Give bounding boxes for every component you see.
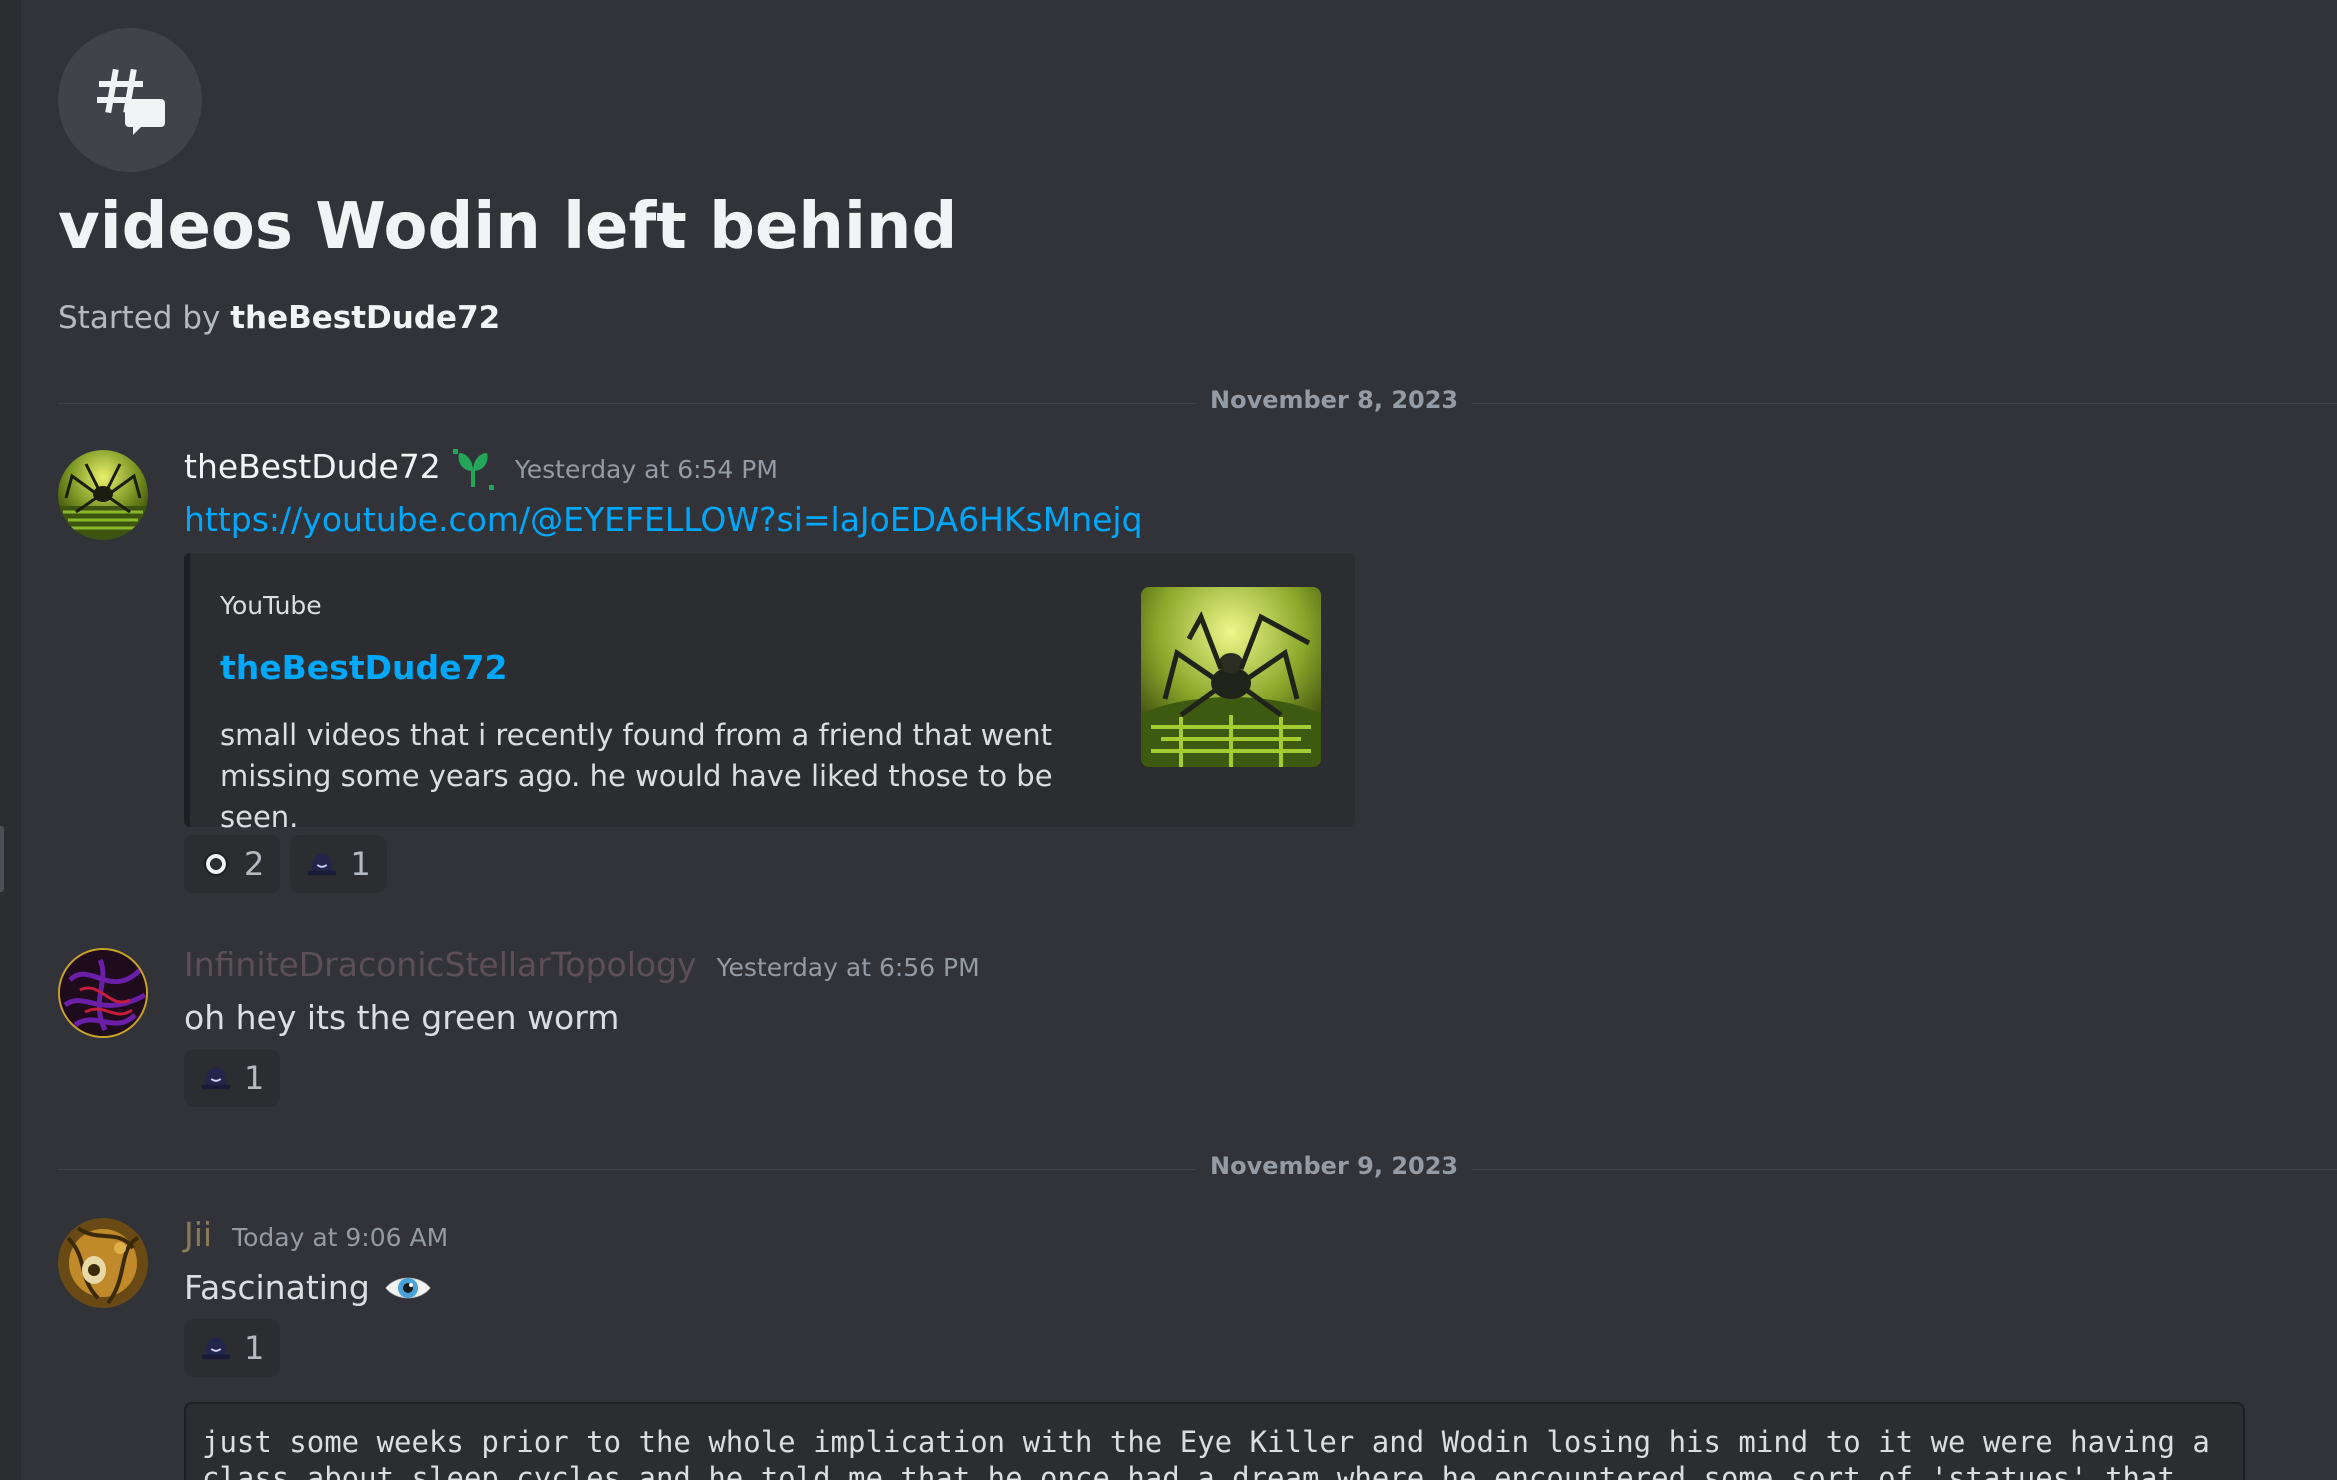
reaction-ring[interactable]: 2 bbox=[184, 835, 281, 893]
reaction-hat[interactable]: 1 bbox=[184, 1049, 281, 1107]
hat-emoji-icon bbox=[200, 1332, 232, 1364]
date-divider: November 8, 2023 bbox=[58, 386, 2337, 420]
reaction-hat[interactable]: 1 bbox=[184, 1319, 281, 1377]
message-header: InfiniteDraconicStellarTopology Yesterda… bbox=[184, 945, 980, 984]
reaction-count: 1 bbox=[350, 845, 371, 883]
avatar[interactable] bbox=[58, 948, 148, 1038]
code-line: class about sleep cycles and he told me … bbox=[202, 1461, 2175, 1480]
timestamp: Today at 9:06 AM bbox=[232, 1223, 449, 1252]
date-divider: November 9, 2023 bbox=[58, 1152, 2337, 1186]
reaction-bar: 1 bbox=[184, 1319, 281, 1377]
hat-emoji-icon bbox=[306, 848, 338, 880]
hat-emoji-icon bbox=[200, 1062, 232, 1094]
reaction-count: 2 bbox=[244, 845, 265, 883]
thread-icon bbox=[58, 28, 202, 172]
embed-description: small videos that i recently found from … bbox=[220, 718, 1053, 834]
message-content: https://youtube.com/@EYEFELLOW?si=laJoED… bbox=[184, 500, 1143, 539]
reaction-hat[interactable]: 1 bbox=[290, 835, 387, 893]
reaction-count: 1 bbox=[244, 1329, 265, 1367]
username[interactable]: InfiniteDraconicStellarTopology bbox=[184, 945, 697, 984]
reaction-count: 1 bbox=[244, 1059, 265, 1097]
thread-title: videos Wodin left behind bbox=[58, 190, 958, 264]
started-by-prefix: Started by bbox=[58, 300, 221, 336]
started-by-user[interactable]: theBestDude72 bbox=[230, 300, 500, 336]
eye-emoji-icon bbox=[384, 1271, 432, 1305]
embed-provider[interactable]: YouTube bbox=[220, 591, 322, 620]
started-by: Started by theBestDude72 bbox=[58, 300, 500, 336]
code-line: just some weeks prior to the whole impli… bbox=[202, 1425, 2210, 1459]
message-content: Fascinating bbox=[184, 1268, 432, 1307]
nitro-sprout-icon bbox=[451, 447, 495, 495]
timestamp: Yesterday at 6:56 PM bbox=[716, 953, 980, 982]
embed-thumbnail[interactable] bbox=[1141, 587, 1321, 767]
message-link[interactable]: https://youtube.com/@EYEFELLOW?si=laJoED… bbox=[184, 500, 1143, 539]
message-text: Fascinating bbox=[184, 1268, 370, 1307]
message-content: oh hey its the green worm bbox=[184, 998, 620, 1037]
thread-view: videos Wodin left behind Started by theB… bbox=[0, 0, 2337, 1480]
date-divider-label: November 9, 2023 bbox=[1196, 1152, 1473, 1180]
message-header: theBestDude72 Yesterday at 6:54 PM bbox=[184, 447, 778, 495]
rail-indicator bbox=[0, 826, 4, 892]
avatar[interactable] bbox=[58, 1218, 148, 1308]
reaction-bar: 2 1 bbox=[184, 835, 387, 893]
username[interactable]: Jii bbox=[184, 1215, 212, 1254]
username[interactable]: theBestDude72 bbox=[184, 447, 441, 486]
avatar[interactable] bbox=[58, 450, 148, 540]
date-divider-label: November 8, 2023 bbox=[1196, 386, 1473, 414]
ring-emoji-icon bbox=[200, 848, 232, 880]
link-embed: YouTube theBestDude72 small videos that … bbox=[184, 553, 1355, 834]
embed-title[interactable]: theBestDude72 bbox=[220, 648, 507, 687]
code-block: just some weeks prior to the whole impli… bbox=[184, 1402, 2245, 1480]
timestamp: Yesterday at 6:54 PM bbox=[514, 455, 778, 484]
left-rail bbox=[0, 0, 21, 1480]
reaction-bar: 1 bbox=[184, 1049, 281, 1107]
thread-main: videos Wodin left behind Started by theB… bbox=[58, 0, 2337, 1480]
message-header: Jii Today at 9:06 AM bbox=[184, 1215, 448, 1254]
